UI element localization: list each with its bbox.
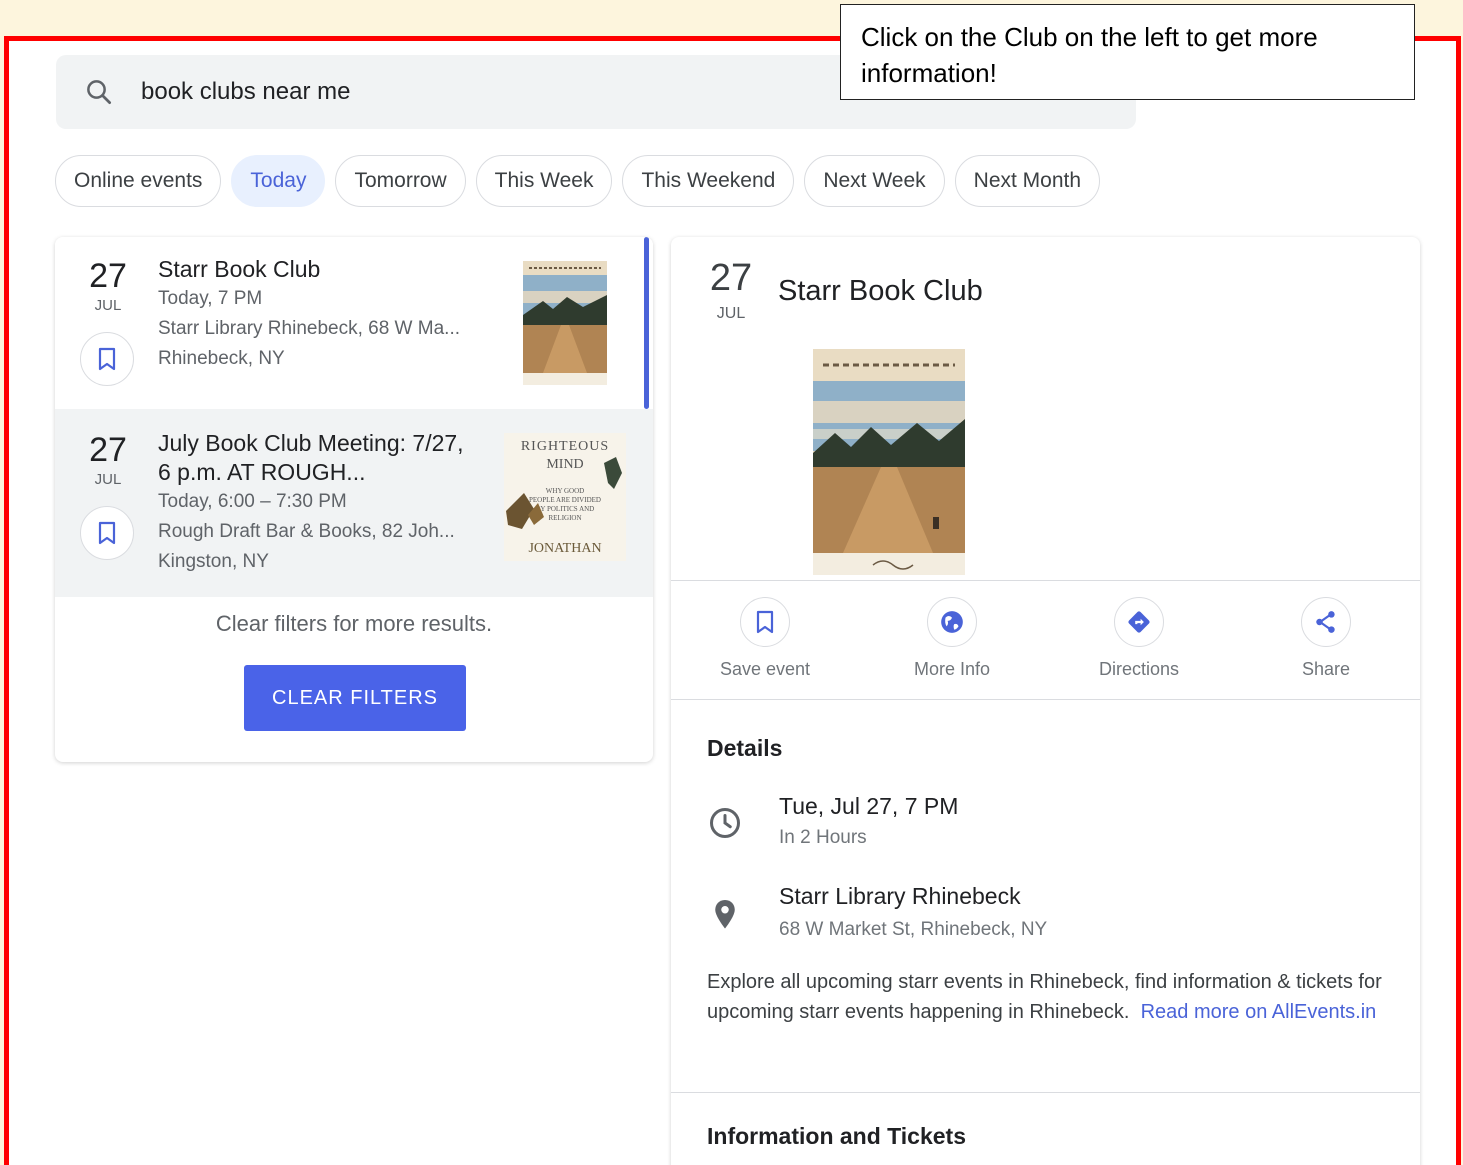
event-venue: Starr Library Rhinebeck, 68 W Ma... bbox=[158, 318, 460, 339]
event-time: Today, 6:00 – 7:30 PM bbox=[158, 491, 347, 512]
detail-month: JUL bbox=[716, 305, 746, 322]
event-city: Kingston, NY bbox=[158, 551, 269, 572]
event-time: Today, 7 PM bbox=[158, 288, 263, 309]
action-label: More Info bbox=[913, 659, 991, 679]
book-cover-image bbox=[813, 349, 965, 575]
chip-this-week[interactable]: This Week bbox=[475, 155, 613, 207]
directions-button[interactable] bbox=[1114, 597, 1164, 647]
detail-title: Starr Book Club bbox=[778, 275, 983, 307]
book-cover-image bbox=[523, 261, 607, 385]
event-month: JUL bbox=[94, 297, 122, 314]
share-action[interactable]: Share bbox=[1251, 597, 1401, 680]
save-event-action[interactable]: Save event bbox=[690, 597, 840, 680]
share-button[interactable] bbox=[1301, 597, 1351, 647]
event-day: 27 bbox=[89, 431, 127, 469]
event-city: Rhinebeck, NY bbox=[158, 348, 285, 369]
event-datetime: Tue, Jul 27, 7 PM bbox=[779, 793, 959, 819]
chip-tomorrow[interactable]: Tomorrow bbox=[335, 155, 466, 207]
save-event-button[interactable] bbox=[80, 332, 134, 386]
instruction-callout: Click on the Club on the left to get mor… bbox=[840, 4, 1415, 100]
detail-day: 27 bbox=[709, 257, 753, 299]
event-time-until: In 2 Hours bbox=[779, 827, 867, 848]
divider bbox=[671, 699, 1420, 700]
cover-author: JONATHAN bbox=[528, 541, 602, 556]
screenshot-frame: book clubs near me Online events Today T… bbox=[4, 36, 1461, 1165]
event-item-starr-book-club[interactable]: 27 JUL Starr Book Club Today, 7 PM Starr… bbox=[55, 237, 653, 409]
bookmark-icon bbox=[98, 521, 116, 545]
clear-filters-message: Clear filters for more results. bbox=[215, 611, 493, 636]
share-icon bbox=[1316, 611, 1335, 633]
selected-indicator bbox=[644, 237, 649, 409]
action-label: Directions bbox=[1098, 659, 1180, 679]
event-list: 27 JUL Starr Book Club Today, 7 PM Starr… bbox=[55, 237, 653, 762]
more-info-button[interactable] bbox=[927, 597, 977, 647]
divider bbox=[671, 580, 1420, 581]
clock-icon bbox=[710, 808, 740, 838]
globe-icon bbox=[941, 611, 963, 633]
book-cover-thumbnail bbox=[523, 261, 607, 385]
clear-filters-button[interactable]: CLEAR FILTERS bbox=[244, 665, 466, 731]
event-venue-name: Starr Library Rhinebeck bbox=[779, 883, 1021, 909]
chip-online-events[interactable]: Online events bbox=[55, 155, 222, 207]
event-text: July Book Club Meeting: 7/27, 6 p.m. AT … bbox=[158, 429, 498, 577]
event-month: JUL bbox=[94, 471, 122, 488]
read-more-link[interactable]: Read more on AllEvents.in bbox=[1141, 1001, 1377, 1023]
tickets-heading: Information and Tickets bbox=[707, 1123, 967, 1149]
bookmark-icon bbox=[756, 610, 774, 634]
event-title-line2: 6 p.m. AT ROUGH... bbox=[158, 459, 366, 485]
event-text: Starr Book Club Today, 7 PM Starr Librar… bbox=[158, 255, 498, 374]
chip-next-week[interactable]: Next Week bbox=[804, 155, 945, 207]
directions-icon bbox=[1128, 611, 1150, 633]
details-heading: Details bbox=[707, 735, 783, 761]
event-title: Starr Book Club bbox=[158, 256, 321, 282]
event-actions: Save event More Info Directions Share bbox=[671, 597, 1420, 697]
save-event-button[interactable] bbox=[740, 597, 790, 647]
book-cover-thumbnail: RIGHTEOUS MIND WHY GOOD PEOPLE ARE DIVID… bbox=[504, 433, 626, 561]
location-pin-icon bbox=[715, 900, 735, 929]
event-item-july-book-club[interactable]: 27 JUL July Book Club Meeting: 7/27, 6 p… bbox=[55, 409, 653, 597]
event-title-line1: July Book Club Meeting: 7/27, bbox=[158, 430, 464, 456]
filter-chips: Online events Today Tomorrow This Week T… bbox=[55, 155, 1101, 207]
directions-action[interactable]: Directions bbox=[1064, 597, 1214, 680]
search-icon[interactable] bbox=[84, 77, 114, 107]
detail-book-cover bbox=[813, 349, 965, 575]
action-label: Save event bbox=[719, 659, 811, 679]
save-event-button[interactable] bbox=[80, 506, 134, 560]
chip-today[interactable]: Today bbox=[231, 155, 326, 207]
event-venue-address: 68 W Market St, Rhinebeck, NY bbox=[779, 919, 1048, 940]
search-input[interactable]: book clubs near me bbox=[141, 78, 350, 106]
more-info-action[interactable]: More Info bbox=[877, 597, 1027, 680]
event-detail-panel: 27 JUL Starr Book Club Save event More I… bbox=[671, 237, 1420, 1165]
bookmark-icon bbox=[98, 347, 116, 371]
event-day: 27 bbox=[89, 257, 127, 295]
chip-next-month[interactable]: Next Month bbox=[954, 155, 1101, 207]
event-description: Explore all upcoming starr events in Rhi… bbox=[707, 967, 1387, 1027]
divider bbox=[671, 1092, 1420, 1093]
action-label: Share bbox=[1301, 659, 1351, 679]
chip-this-weekend[interactable]: This Weekend bbox=[622, 155, 795, 207]
event-venue: Rough Draft Bar & Books, 82 Joh... bbox=[158, 521, 455, 542]
